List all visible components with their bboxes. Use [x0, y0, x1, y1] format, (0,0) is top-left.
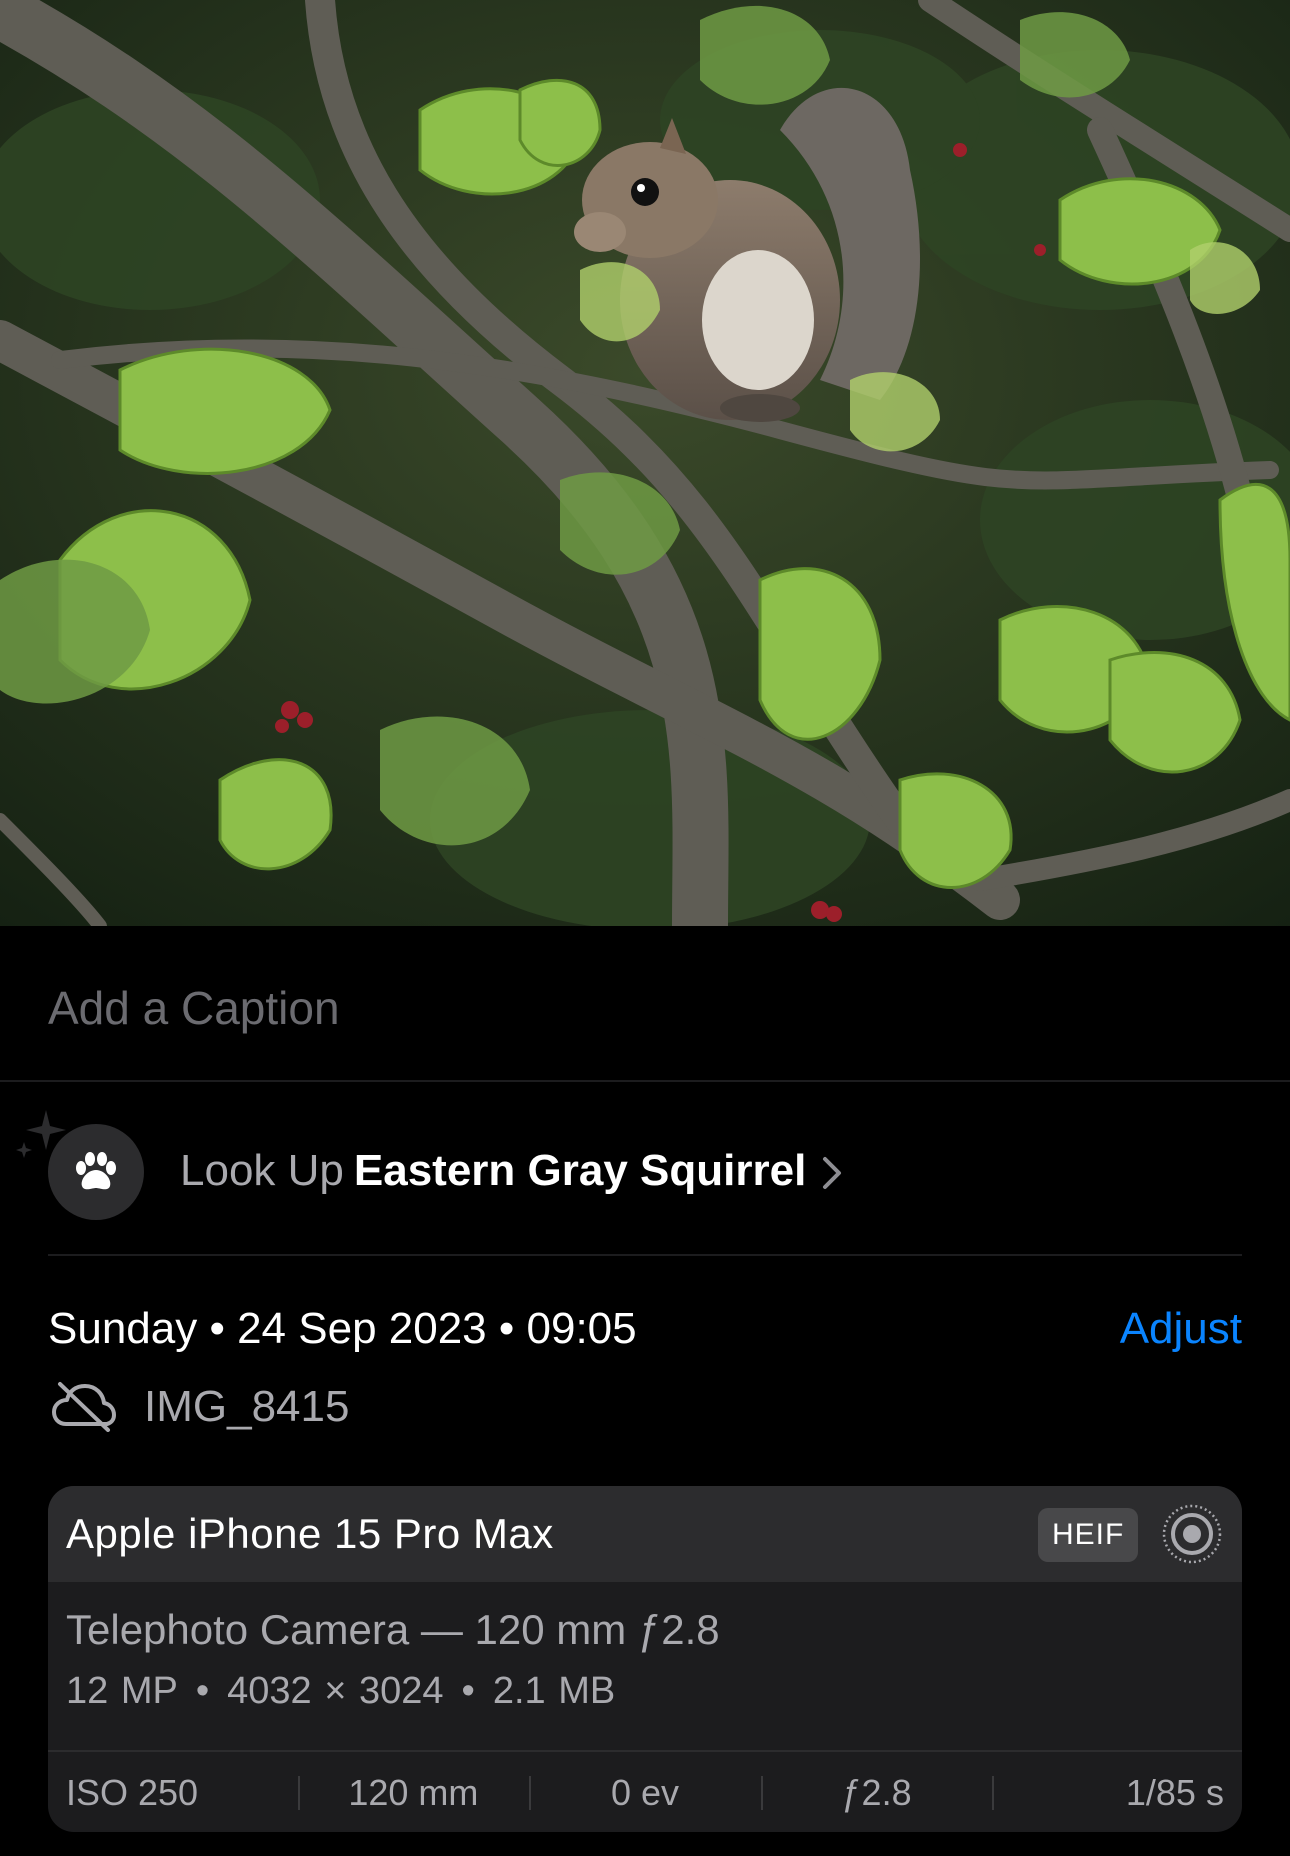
paw-icon	[76, 1152, 116, 1190]
format-badge: HEIF	[1038, 1508, 1139, 1562]
megapixels: 12 MP	[66, 1670, 178, 1712]
lookup-label: Look Up Eastern Gray Squirrel	[180, 1146, 842, 1196]
date-time: Sunday • 24 Sep 2023 • 09:05	[48, 1304, 637, 1353]
live-photo-icon[interactable]	[1160, 1502, 1224, 1566]
visual-lookup-row[interactable]: Look Up Eastern Gray Squirrel	[0, 1082, 1290, 1254]
cloud-off-icon	[52, 1382, 116, 1432]
exif-shutter-speed: 1/85 s	[992, 1772, 1242, 1814]
filename: IMG_8415	[144, 1382, 350, 1431]
image-specs: 12 MP • 4032 × 3024 • 2.1 MB	[66, 1670, 616, 1712]
lookup-badge	[48, 1124, 144, 1220]
device-name: Apple iPhone 15 Pro Max	[66, 1510, 554, 1557]
lookup-prefix: Look Up	[180, 1146, 344, 1195]
camera-card-header: Apple iPhone 15 Pro Max HEIF	[48, 1486, 1242, 1582]
lookup-subject: Eastern Gray Squirrel	[353, 1146, 807, 1195]
exif-iso: ISO 250	[66, 1772, 199, 1813]
photo-viewer[interactable]	[0, 0, 1290, 926]
exif-aperture: ƒ2.8	[760, 1772, 993, 1814]
exif-exposure-value: 0 ev	[529, 1772, 761, 1814]
squirrel-photo	[0, 0, 1290, 926]
exif-row: ISO 250 120 mm 0 ev ƒ2.8 1/85 s	[48, 1750, 1242, 1832]
lens-info: Telephoto Camera — 120 mm ƒ2.8	[66, 1606, 720, 1653]
caption-input[interactable]	[48, 978, 1238, 1038]
file-size: 2.1 MB	[492, 1670, 616, 1712]
adjust-button[interactable]: Adjust	[1120, 1304, 1242, 1354]
divider	[48, 1254, 1242, 1256]
caption-section	[0, 926, 1290, 1082]
exif-focal-length: 120 mm	[297, 1772, 530, 1814]
chevron-right-icon	[823, 1157, 842, 1190]
camera-info-card: Apple iPhone 15 Pro Max HEIF Telephoto C…	[48, 1486, 1242, 1832]
resolution: 4032 × 3024	[227, 1670, 444, 1712]
